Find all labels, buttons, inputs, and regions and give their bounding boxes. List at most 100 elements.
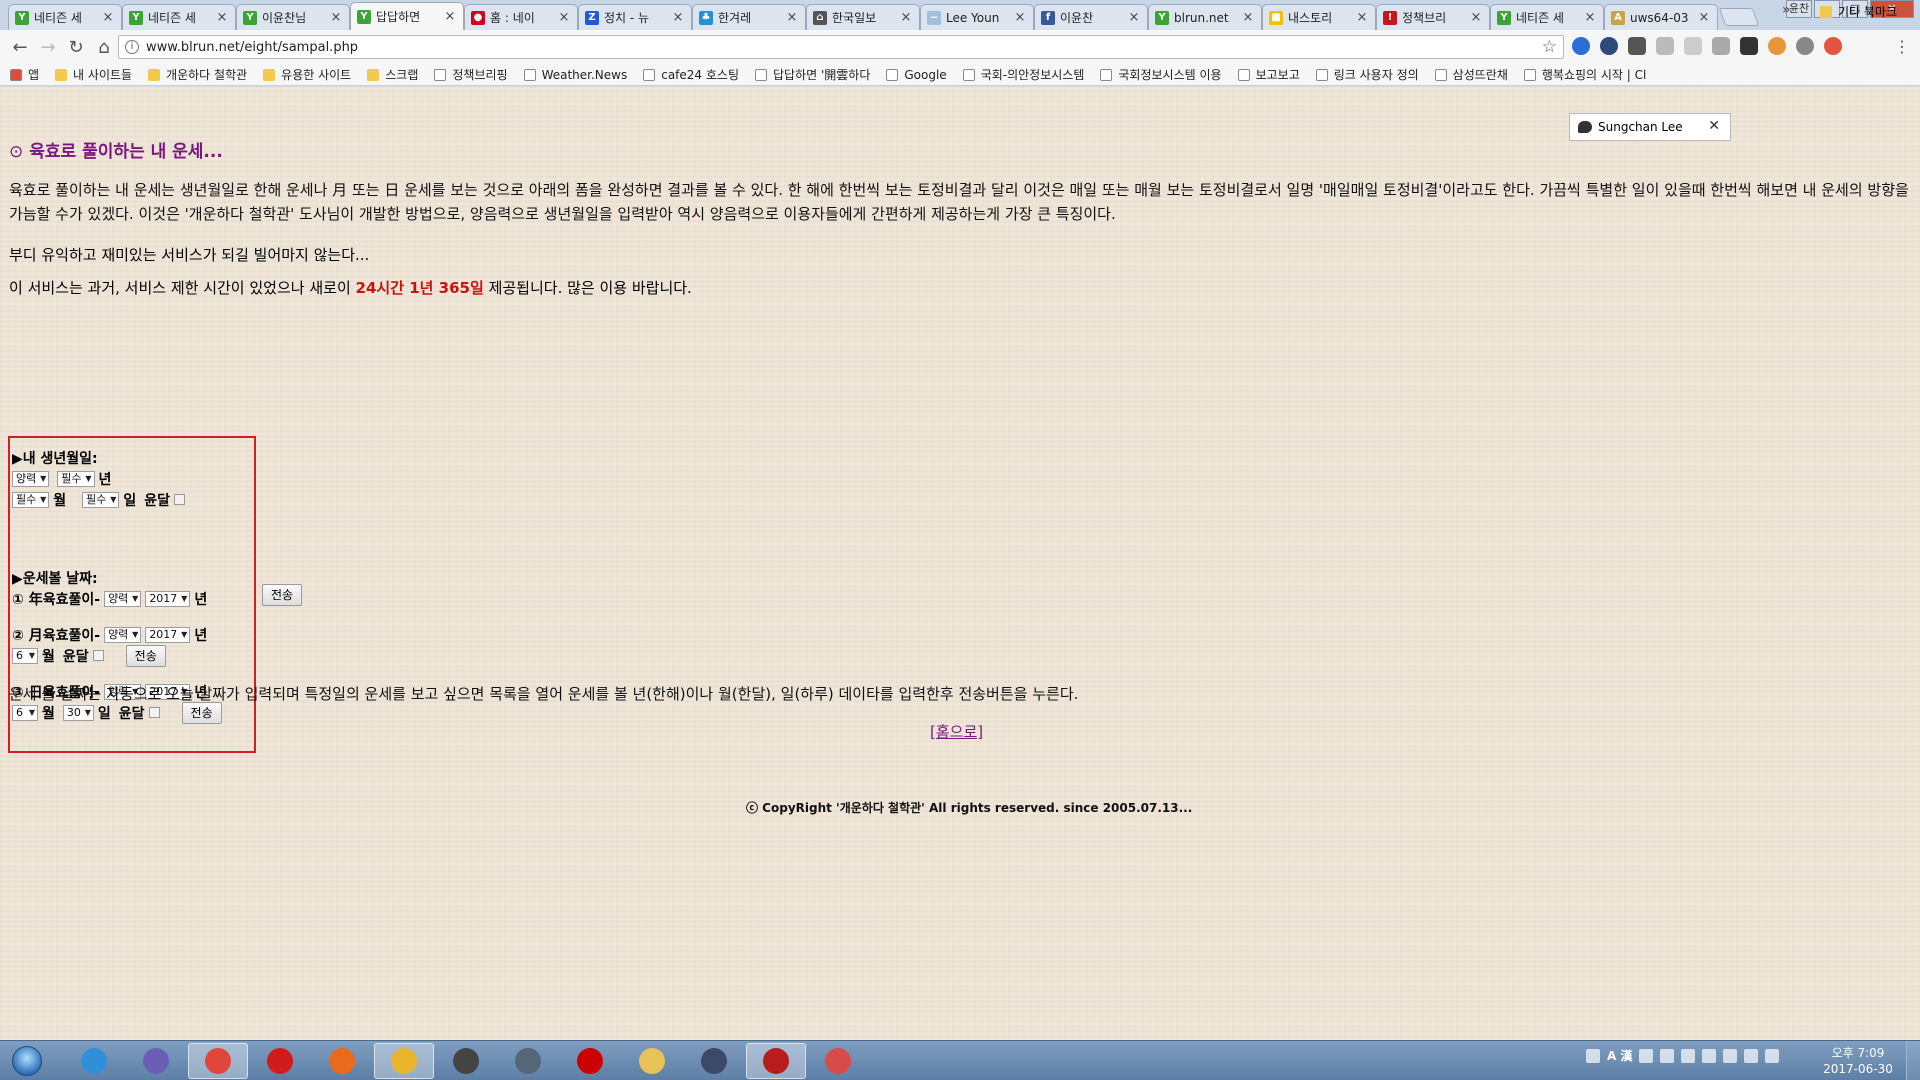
forward-button[interactable]: → [34,33,62,61]
extension-icon[interactable] [1656,37,1674,55]
browser-tab[interactable]: Z 정치 - 뉴 × [578,4,692,30]
browser-tab[interactable]: ! 정책브리 × [1376,4,1490,30]
tab-close-icon[interactable]: × [1241,10,1255,25]
month-fortune-month-select[interactable]: 6 [12,647,38,664]
taskbar-app-book-app[interactable] [498,1043,558,1079]
taskbar-app-opera[interactable] [250,1043,310,1079]
tab-close-icon[interactable]: × [671,10,685,25]
tab-close-icon[interactable]: × [1013,10,1027,25]
bookmark-item[interactable]: 삼성뜨란채 [1434,66,1508,83]
bookmark-item[interactable]: Weather.News [523,68,627,82]
bookmark-item[interactable]: 행복쇼핑의 시작 | Cl [1523,66,1646,83]
tab-close-icon[interactable]: × [1469,10,1483,25]
tab-close-icon[interactable]: × [1697,10,1711,25]
taskbar-app-eye-app[interactable] [436,1043,496,1079]
extension-icon[interactable] [1600,37,1618,55]
bookmark-item[interactable]: 답답하면 '開雲하다 [755,66,870,83]
month-fortune-submit-button[interactable]: 전송 [125,644,166,667]
tab-close-icon[interactable]: × [101,10,115,25]
taskbar-app-explorer[interactable] [622,1043,682,1079]
extension-icon[interactable] [1768,37,1786,55]
birth-leap-checkbox[interactable] [174,494,186,505]
bookmark-item[interactable]: cafe24 호스팅 [643,66,739,83]
tab-close-icon[interactable]: × [1583,10,1597,25]
rss-icon[interactable] [1684,37,1702,55]
tab-close-icon[interactable]: × [899,10,913,25]
start-button[interactable] [6,1043,48,1079]
bookmark-item[interactable]: 보고보고 [1237,66,1300,83]
tab-close-icon[interactable]: × [443,9,457,24]
home-link[interactable]: [홈으로] [930,721,983,742]
back-button[interactable]: ← [6,33,34,61]
tab-close-icon[interactable]: × [215,10,229,25]
taskbar-app-firefox[interactable] [312,1043,372,1079]
birth-year-select[interactable]: 필수 [57,470,95,487]
browser-tab[interactable]: Y 네티즌 세 × [122,4,236,30]
taskbar-app-browser-s[interactable] [126,1043,186,1079]
browser-tab[interactable]: ■ 내스토리 × [1262,4,1376,30]
bookmark-folder[interactable]: 개운하다 철학관 [148,66,247,83]
chrome-menu-icon[interactable]: ⋮ [1894,37,1910,56]
tab-close-icon[interactable]: × [785,10,799,25]
extension-icon[interactable] [1824,37,1842,55]
address-bar[interactable]: i www.blrun.net/eight/sampal.php ☆ [118,35,1564,59]
info-icon[interactable]: i [125,40,139,54]
month-leap-checkbox[interactable] [92,650,104,661]
glasses-icon[interactable] [1628,37,1646,55]
tab-close-icon[interactable]: × [1355,10,1369,25]
browser-tab[interactable]: Y 이윤찬님 × [236,4,350,30]
month-fortune-calendar-select[interactable]: 양력 [104,626,142,643]
browser-tab[interactable]: Yblrun.net × [1148,4,1262,30]
taskbar-app-chrome[interactable] [188,1043,248,1079]
browser-tab[interactable]: ⌂ 한국일보 × [806,4,920,30]
new-tab-button[interactable] [1718,8,1760,26]
speaker-icon[interactable] [1765,1048,1780,1063]
tray-icon[interactable] [1660,1048,1675,1063]
bookmarks-overflow-button[interactable]: » [1782,2,1791,18]
bookmark-item[interactable]: 앱 [10,66,39,83]
home-button[interactable]: ⌂ [90,33,118,61]
close-icon[interactable]: ✕ [1708,118,1720,134]
flag-icon[interactable] [1723,1048,1738,1063]
browser-tab[interactable]: Auws64-03 × [1604,4,1718,30]
bookmark-item[interactable]: 링크 사용자 정의 [1315,66,1419,83]
bookmark-item[interactable]: Google [886,68,947,82]
bookmark-item[interactable]: 국회-의안정보시스템 [962,66,1084,83]
bookmark-folder[interactable]: 스크랩 [367,66,418,83]
birth-day-select[interactable]: 필수 [82,491,120,508]
browser-tab[interactable]: Y 답답하면 × [350,2,464,30]
tab-close-icon[interactable]: × [557,10,571,25]
bookmark-star-icon[interactable]: ☆ [1542,37,1557,57]
bookmark-item[interactable]: 국회정보시스템 이용 [1100,66,1222,83]
taskbar-app-eraser-app[interactable] [808,1043,868,1079]
birth-calendar-select[interactable]: 양력 [12,470,50,487]
help-icon[interactable] [1639,1048,1654,1063]
year-fortune-year-select[interactable]: 2017 [145,590,191,607]
day-fortune-day-select[interactable]: 30 [62,704,94,721]
browser-tab[interactable]: ♣ 한겨레 × [692,4,806,30]
birth-month-select[interactable]: 필수 [12,491,50,508]
year-fortune-calendar-select[interactable]: 양력 [104,590,142,607]
taskbar-app-internet-explorer[interactable] [64,1043,124,1079]
bookmark-folder[interactable]: 내 사이트들 [55,66,132,83]
taskbar-app-record-app[interactable] [560,1043,620,1079]
tab-close-icon[interactable]: × [1127,10,1141,25]
puzzle-icon[interactable] [1740,37,1758,55]
extension-icon[interactable] [1712,37,1730,55]
system-clock[interactable]: 오후 7:09 2017-06-30 [1818,1045,1898,1077]
year-fortune-submit-button[interactable]: 전송 [262,584,303,606]
browser-tab[interactable]: ● 홈 : 네이 × [464,4,578,30]
extension-icon[interactable] [1796,37,1814,55]
show-desktop-button[interactable] [1906,1041,1920,1080]
browser-tab[interactable]: Y 네티즌 세 × [8,4,122,30]
tray-icon[interactable] [1586,1048,1600,1063]
day-leap-checkbox[interactable] [148,707,160,718]
ime-indicator[interactable]: A 漢 [1607,1047,1632,1064]
network-icon[interactable] [1744,1048,1759,1063]
month-fortune-year-select[interactable]: 2017 [145,626,191,643]
bookmark-folder[interactable]: 유용한 사이트 [263,66,351,83]
extension-icon[interactable] [1572,37,1590,55]
tray-icon[interactable] [1702,1048,1717,1063]
other-bookmarks-folder[interactable]: 기타 북마크 [1820,3,1897,20]
browser-tab[interactable]: ~ Lee Youn × [920,4,1034,30]
